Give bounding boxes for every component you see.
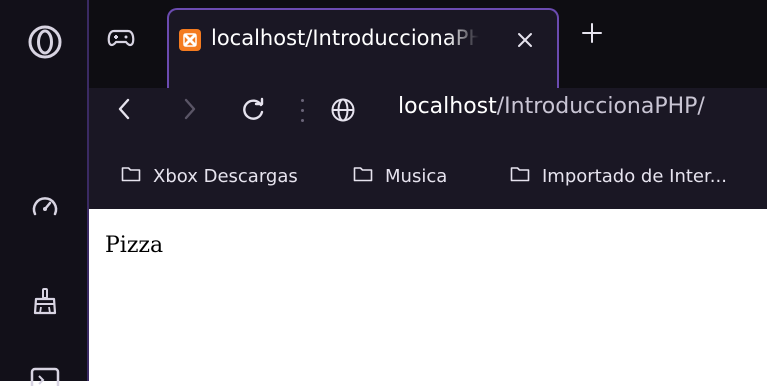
close-icon[interactable]	[513, 28, 537, 52]
tab-active[interactable]: localhost/IntroduccionaPHP/	[167, 8, 559, 88]
cleaner-icon[interactable]	[0, 286, 89, 316]
address-separator	[301, 95, 304, 125]
back-icon[interactable]	[111, 96, 137, 122]
opera-logo-icon[interactable]	[0, 24, 89, 60]
tab-title: localhost/IntroduccionaPHP/	[211, 26, 479, 50]
folder-icon	[121, 166, 141, 186]
sidebar	[0, 0, 89, 386]
browser-chrome: localhost/IntroduccionaPHP/ localhost/In…	[89, 0, 767, 209]
folder-icon	[353, 166, 373, 186]
reload-icon[interactable]	[239, 96, 267, 124]
news-icon[interactable]	[0, 366, 89, 386]
page-content: Pizza	[91, 209, 767, 381]
address-host: localhost	[398, 94, 497, 119]
bookmark-label: Musica	[385, 165, 448, 187]
tab-strip: localhost/IntroduccionaPHP/	[89, 0, 767, 88]
bookmark-folder-importado[interactable]: Importado de Inter...	[510, 162, 727, 190]
xampp-icon	[179, 29, 201, 51]
bookmark-folder-musica[interactable]: Musica	[353, 162, 447, 190]
speed-dial-icon[interactable]	[0, 192, 89, 222]
gamepad-icon[interactable]	[105, 22, 137, 54]
folder-icon	[510, 166, 530, 186]
address-path: /IntroduccionaPHP/	[496, 94, 705, 119]
bookmark-label: Xbox Descargas	[153, 165, 298, 187]
page-text: Pizza	[105, 233, 164, 258]
bookmark-label: Importado de Inter...	[542, 165, 727, 187]
address-bar[interactable]: localhost/IntroduccionaPHP/	[398, 94, 705, 119]
globe-icon[interactable]	[329, 96, 357, 124]
bookmarks-bar: Xbox Descargas Musica Importado de Inter…	[89, 152, 767, 200]
plus-icon[interactable]	[579, 20, 605, 46]
bookmark-folder-xbox[interactable]: Xbox Descargas	[121, 162, 298, 190]
forward-icon[interactable]	[177, 96, 203, 122]
